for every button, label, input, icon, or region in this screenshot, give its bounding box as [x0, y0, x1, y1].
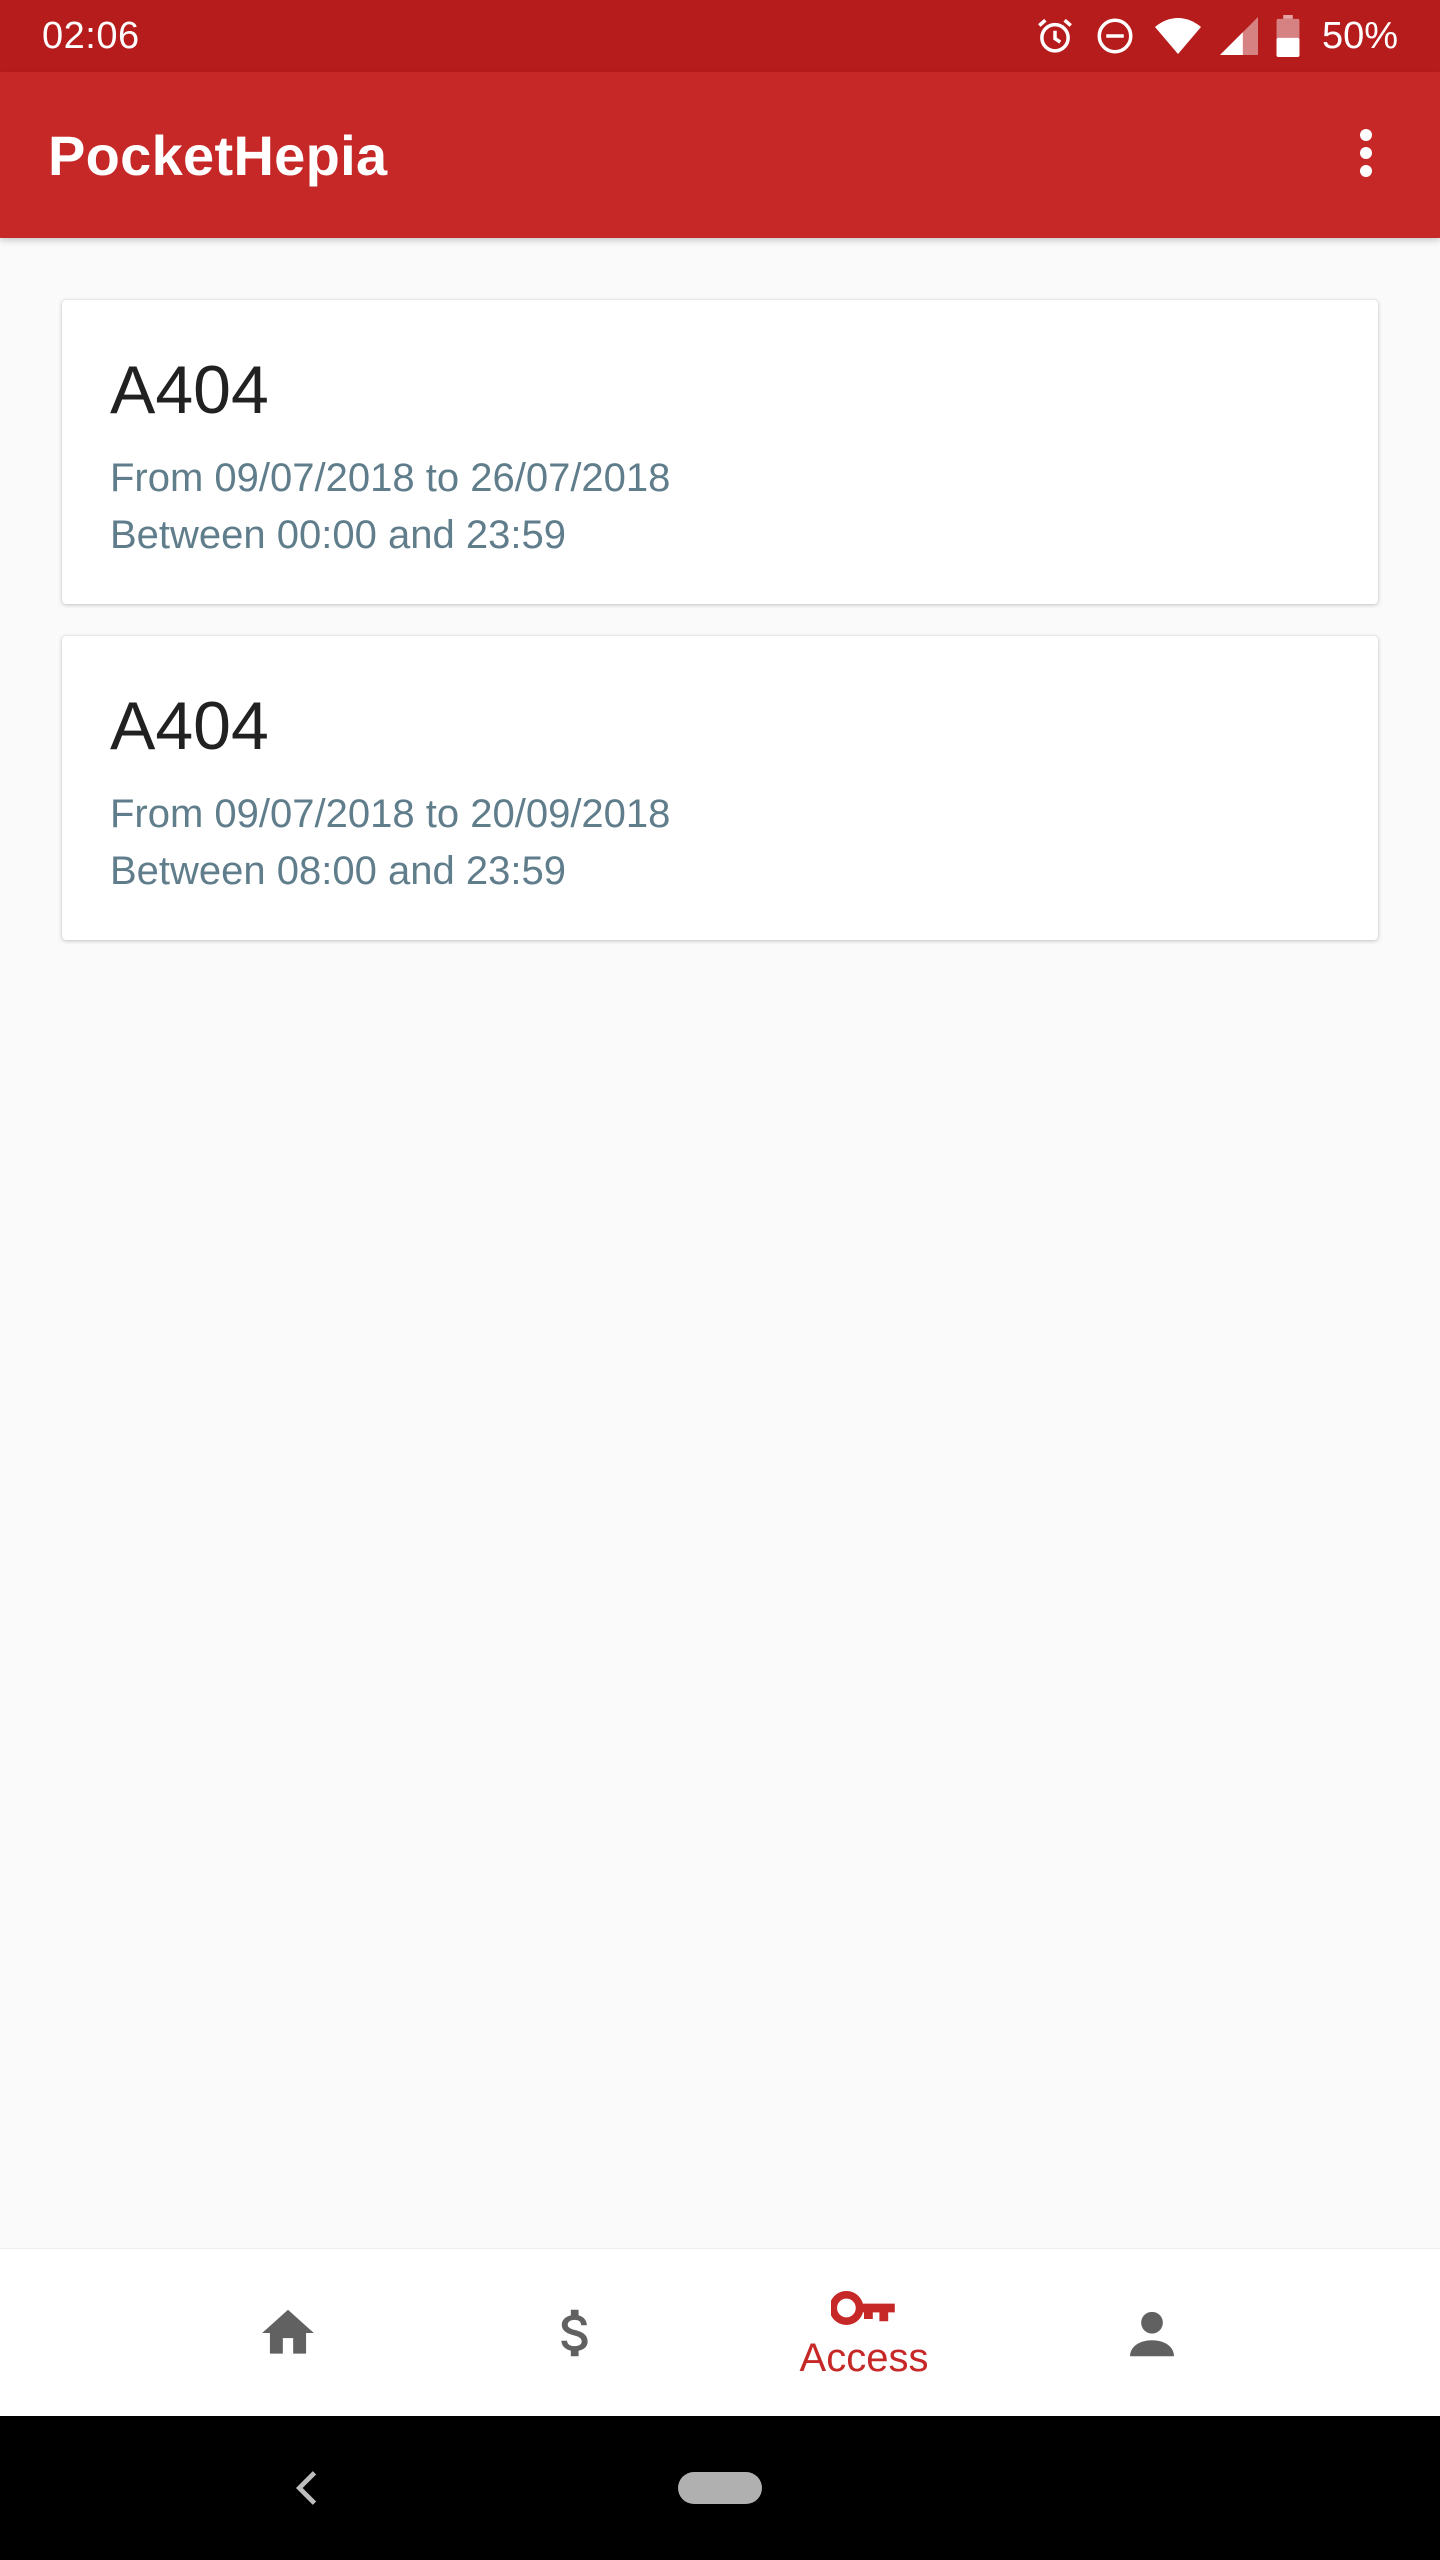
- back-icon[interactable]: [282, 2462, 334, 2514]
- status-time: 02:06: [42, 14, 140, 57]
- access-card[interactable]: A404 From 09/07/2018 to 20/09/2018 Betwe…: [62, 636, 1378, 940]
- access-room: A404: [110, 688, 269, 764]
- nav-item-payments[interactable]: [432, 2249, 720, 2417]
- app-title: PocketHepia: [48, 123, 388, 187]
- battery-icon: [1276, 15, 1300, 57]
- do-not-disturb-icon: [1094, 15, 1136, 57]
- status-icons: 50%: [1034, 15, 1398, 58]
- key-icon: [831, 2286, 897, 2330]
- nav-item-profile[interactable]: [1008, 2249, 1296, 2417]
- home-pill-button[interactable]: [678, 2472, 762, 2504]
- nav-label-access: Access: [799, 2335, 929, 2380]
- home-icon: [257, 2302, 319, 2364]
- more-vert-icon: [1358, 127, 1374, 184]
- bottom-navigation: Access: [0, 2248, 1440, 2416]
- access-list: A404 From 09/07/2018 to 26/07/2018 Betwe…: [0, 238, 1440, 2248]
- status-bar: 02:06 50%: [0, 0, 1440, 72]
- cell-signal-icon: [1219, 16, 1258, 56]
- access-card[interactable]: A404 From 09/07/2018 to 26/07/2018 Betwe…: [62, 300, 1378, 604]
- access-room: A404: [110, 352, 269, 428]
- nav-item-home[interactable]: [144, 2249, 432, 2417]
- nav-item-access[interactable]: Access: [720, 2249, 1008, 2417]
- dollar-icon: [545, 2302, 607, 2364]
- app-bar: PocketHepia: [0, 72, 1440, 238]
- more-options-button[interactable]: [1318, 107, 1414, 203]
- access-date-range: From 09/07/2018 to 26/07/2018: [110, 456, 671, 500]
- wifi-icon: [1154, 15, 1202, 57]
- access-time-range: Between 08:00 and 23:59: [110, 849, 566, 893]
- alarm-icon: [1034, 15, 1076, 57]
- access-date-range: From 09/07/2018 to 20/09/2018: [110, 792, 671, 836]
- system-navigation-bar: [0, 2416, 1440, 2560]
- person-icon: [1121, 2302, 1183, 2364]
- access-time-range: Between 00:00 and 23:59: [110, 513, 566, 557]
- battery-percent: 50%: [1321, 14, 1398, 57]
